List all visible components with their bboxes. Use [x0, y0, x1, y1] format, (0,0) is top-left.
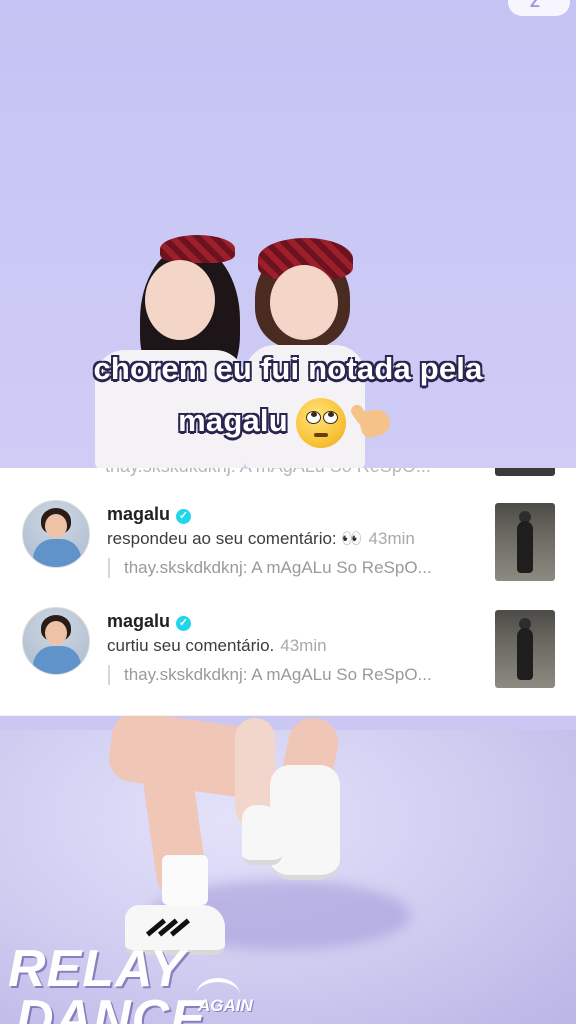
username-wrap[interactable]: magalu ✓ [107, 611, 192, 632]
username-wrap[interactable]: magalu ✓ [107, 504, 192, 525]
panel-bottom-edge [0, 715, 576, 716]
avatar[interactable] [22, 607, 90, 675]
avatar[interactable] [22, 500, 90, 568]
timestamp: 43min [280, 636, 327, 655]
verified-badge-icon: ✓ [176, 509, 192, 524]
action-text: curtiu seu comentário. [107, 636, 275, 655]
timestamp: 43min [368, 529, 415, 548]
notification-item[interactable]: magalu ✓ respondeu ao seu comentário: 👀 43… [0, 468, 576, 581]
notification-panel: thay.skskdkdknj: A mAgALu So ReSpO... ma… [0, 468, 576, 716]
top-right-badge: Z [508, 0, 570, 16]
video-thumbnail[interactable] [495, 610, 555, 688]
shoe [242, 805, 282, 865]
username[interactable]: magalu [107, 611, 170, 631]
logo-line-2: DANCE [16, 990, 206, 1024]
username[interactable]: magalu [107, 504, 170, 524]
notification-action: curtiu seu comentário. 43min [107, 636, 327, 656]
video-background[interactable]: Z chorem eu fui notada pela magalu thay.… [0, 0, 576, 1024]
notification-item[interactable]: magalu ✓ curtiu seu comentário. 43min thay… [0, 575, 576, 688]
verified-badge-icon: ✓ [176, 616, 192, 631]
caption-line-2-wrap: magalu [0, 398, 576, 448]
rolling-eyes-emoji-icon [295, 398, 346, 448]
quoted-comment: thay.skskdkdknj: A mAgALu So ReSpO... [108, 665, 489, 685]
caption-line-1: chorem eu fui notada pela [93, 351, 483, 386]
logo-tag: AGAIN [198, 996, 253, 1015]
call-me-hand-emoji-icon [354, 400, 398, 446]
video-thumbnail[interactable] [495, 503, 555, 581]
action-text: respondeu ao seu comentário: 👀 [107, 529, 363, 548]
relay-dance-logo: RELAY DANCE [8, 943, 206, 1024]
sock [162, 855, 208, 905]
caption-line-2: magalu [178, 403, 288, 439]
notification-action: respondeu ao seu comentário: 👀 43min [107, 529, 415, 549]
